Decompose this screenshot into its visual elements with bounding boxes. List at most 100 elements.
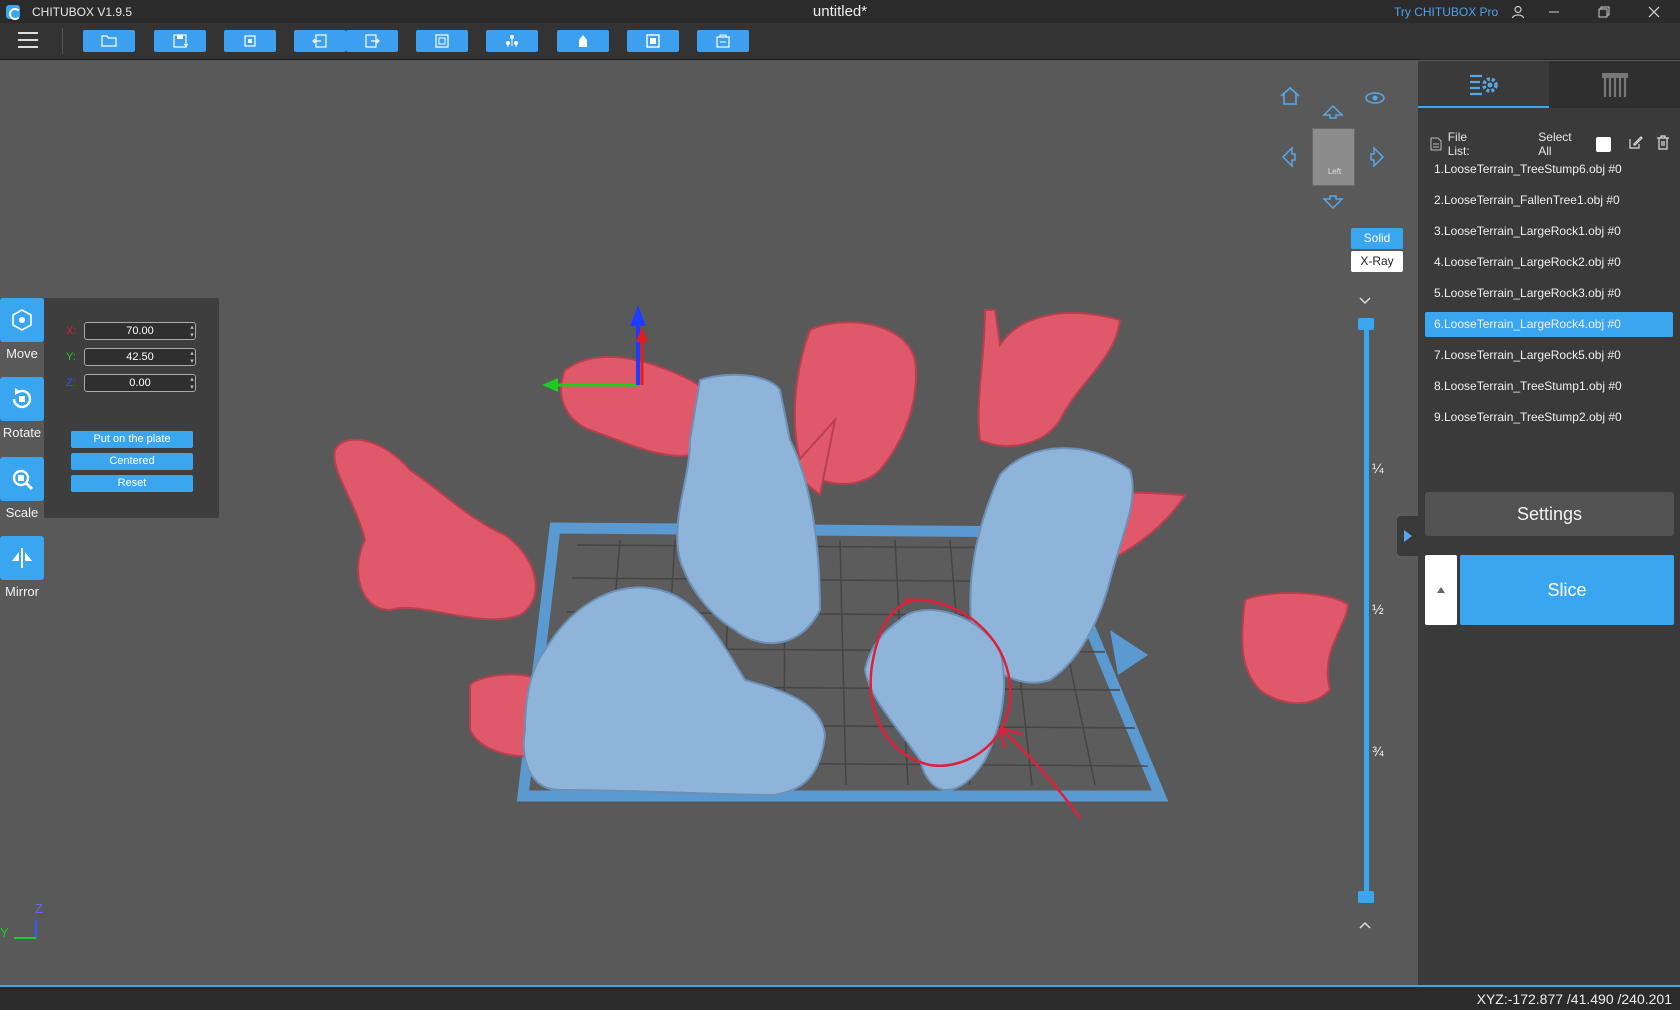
view-cube-face-label: Left: [1327, 167, 1342, 176]
corner-axis-z-label: Z: [35, 901, 43, 916]
view-left-arrow-icon[interactable]: [1280, 146, 1296, 173]
support-pillars-icon: [1601, 72, 1628, 97]
close-button[interactable]: [1632, 0, 1676, 23]
copy-button[interactable]: [416, 30, 468, 52]
toolbar-divider: [62, 28, 63, 54]
file-list-item[interactable]: 9.LooseTerrain_TreeStump2.obj #0: [1425, 405, 1673, 430]
list-gear-icon: [1469, 74, 1498, 95]
put-on-plate-button[interactable]: Put on the plate: [71, 431, 193, 448]
z-row: Z: 0.00: [66, 374, 196, 392]
file-list-header: File List: Select All: [1430, 130, 1670, 158]
try-pro-link[interactable]: Try CHITUBOX Pro: [1394, 5, 1498, 19]
fill-button[interactable]: [627, 30, 679, 52]
rename-edit-icon[interactable]: [1628, 135, 1643, 153]
view-bottom-arrow-icon[interactable]: [1322, 195, 1344, 216]
view-home-icon[interactable]: [1279, 86, 1301, 111]
minimize-button[interactable]: [1532, 0, 1576, 23]
delete-trash-icon[interactable]: [1656, 135, 1670, 153]
undo-icon: [312, 34, 327, 48]
caret-up-icon: [1437, 587, 1445, 593]
save-button[interactable]: [154, 30, 206, 52]
mirror-tool[interactable]: Mirror: [0, 536, 44, 599]
layer-slider-track[interactable]: [1364, 325, 1369, 898]
layer-slider-top-handle[interactable]: [1358, 318, 1374, 330]
z-label: Z:: [66, 377, 76, 389]
chitubox-logo-icon: [6, 4, 21, 20]
y-label: Y:: [66, 351, 76, 363]
file-list-label: File List:: [1447, 130, 1470, 158]
panel-collapse-arrow-icon: [1403, 530, 1412, 542]
rotate-icon: [0, 377, 44, 421]
file-list-item[interactable]: 6.LooseTerrain_LargeRock4.obj #0: [1425, 312, 1673, 337]
panel-collapse-button[interactable]: [1397, 516, 1418, 556]
tree-stump-6-model[interactable]: [333, 438, 537, 621]
corner-axis-gizmo: [14, 920, 37, 939]
reset-button[interactable]: Reset: [71, 475, 193, 492]
slider-collapse-chevron-icon[interactable]: [1358, 293, 1372, 311]
file-list-item[interactable]: 4.LooseTerrain_LargeRock2.obj #0: [1425, 250, 1673, 275]
scale-tool[interactable]: Scale: [0, 457, 44, 520]
view-cube[interactable]: Left: [1312, 128, 1355, 186]
cursor-coordinates: XYZ:-172.877 /41.490 /240.201: [1476, 991, 1672, 1007]
view-right-arrow-icon[interactable]: [1370, 146, 1386, 173]
move-icon: [0, 298, 44, 342]
y-input[interactable]: 42.50: [84, 348, 196, 366]
slider-mark-three-quarters: ¾: [1372, 743, 1384, 759]
file-list-item[interactable]: 7.LooseTerrain_LargeRock5.obj #0: [1425, 343, 1673, 368]
y-row: Y: 42.50: [66, 348, 196, 366]
auto-layout-button[interactable]: [224, 30, 276, 52]
app-name: CHITUBOX V1.9.5: [32, 4, 133, 19]
print-settings-button[interactable]: [697, 30, 749, 52]
copy-icon: [435, 34, 449, 48]
x-label: X:: [66, 325, 77, 337]
open-file-button[interactable]: [83, 30, 135, 52]
slider-expand-chevron-icon[interactable]: [1358, 917, 1372, 935]
file-list-item[interactable]: 2.LooseTerrain_FallenTree1.obj #0: [1425, 188, 1673, 213]
file-list-item[interactable]: 5.LooseTerrain_LargeRock3.obj #0: [1425, 281, 1673, 306]
view-visibility-eye-icon[interactable]: [1364, 90, 1386, 111]
auto-layout-icon: [244, 35, 256, 47]
z-input[interactable]: 0.00: [84, 374, 196, 392]
hamburger-menu-icon[interactable]: [18, 32, 38, 50]
view-top-arrow-icon[interactable]: [1322, 103, 1344, 124]
file-list-item[interactable]: 1.LooseTerrain_TreeStump6.obj #0: [1425, 157, 1673, 182]
side-panel: File List: Select All 1.LooseTerrain_Tre…: [1418, 61, 1680, 985]
xray-view-button[interactable]: X-Ray: [1351, 251, 1403, 272]
solid-view-button[interactable]: Solid: [1351, 228, 1403, 249]
side-panel-tabs: [1418, 61, 1680, 108]
redo-button[interactable]: [346, 30, 398, 52]
file-list-item[interactable]: 3.LooseTerrain_LargeRock1.obj #0: [1425, 219, 1673, 244]
select-all-checkbox[interactable]: [1596, 136, 1611, 152]
move-tool[interactable]: Move: [0, 298, 44, 361]
title-bar: CHITUBOX V1.9.5 untitled* Try CHITUBOX P…: [0, 0, 1680, 23]
centered-button[interactable]: Centered: [71, 453, 193, 470]
file-list-item[interactable]: 8.LooseTerrain_TreeStump1.obj #0: [1425, 374, 1673, 399]
select-all-label: Select All: [1538, 130, 1572, 158]
slice-options-toggle[interactable]: [1425, 555, 1457, 625]
supports-button[interactable]: [486, 30, 538, 52]
mirror-icon: [0, 536, 44, 580]
scene-canvas[interactable]: [0, 61, 1418, 985]
supports-icon: [506, 35, 518, 47]
hollow-button[interactable]: [557, 30, 609, 52]
tree-stump-1-model[interactable]: [977, 309, 1122, 447]
print-settings-icon: [716, 34, 730, 48]
open-file-icon: [101, 35, 117, 47]
slice-button[interactable]: Slice: [1460, 555, 1674, 625]
tab-supports[interactable]: [1549, 61, 1680, 108]
fill-icon: [646, 34, 660, 48]
mirror-label: Mirror: [5, 584, 39, 599]
3d-viewport[interactable]: Z Y: [0, 61, 1418, 985]
undo-button[interactable]: [294, 30, 346, 52]
scale-icon: [0, 457, 44, 501]
file-icon: [1430, 137, 1442, 151]
tab-file-settings[interactable]: [1418, 61, 1549, 108]
status-bar: XYZ:-172.877 /41.490 /240.201: [0, 985, 1680, 1010]
move-label: Move: [6, 346, 38, 361]
settings-button[interactable]: Settings: [1425, 492, 1674, 536]
x-input[interactable]: 70.00: [84, 322, 196, 340]
layer-slider-bottom-handle[interactable]: [1358, 891, 1374, 903]
rotate-tool[interactable]: Rotate: [0, 377, 44, 440]
restore-button[interactable]: [1582, 0, 1626, 23]
tree-stump-2-model[interactable]: [1241, 592, 1350, 705]
